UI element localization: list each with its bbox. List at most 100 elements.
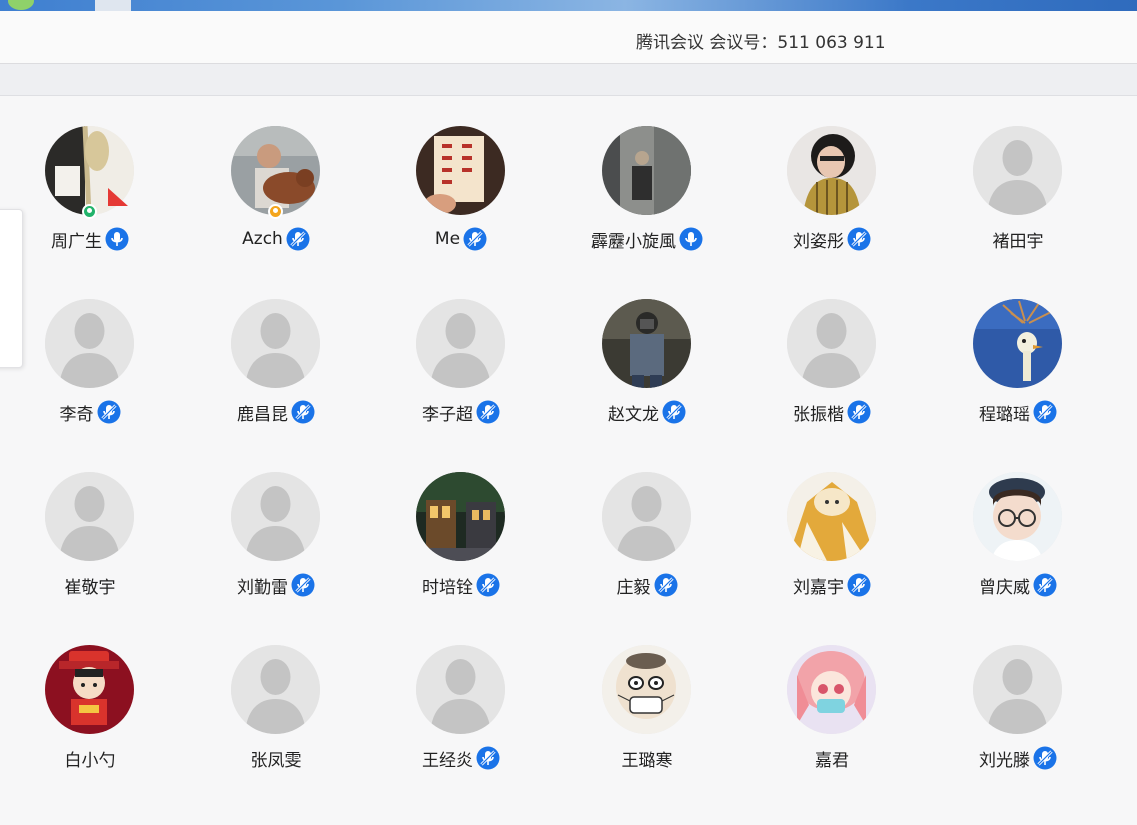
mic-muted-icon[interactable] xyxy=(291,400,315,424)
participant-avatar[interactable] xyxy=(602,126,691,215)
participant-avatar[interactable] xyxy=(973,126,1062,215)
participant-tile[interactable]: 刘光滕 xyxy=(928,645,1108,795)
participant-avatar[interactable] xyxy=(416,645,505,734)
mic-muted-icon[interactable] xyxy=(463,227,487,251)
participant-avatar[interactable] xyxy=(45,299,134,388)
participant-name: 刘勤雷 xyxy=(237,577,288,598)
meeting-title: 腾讯会议 会议号：511 063 911 xyxy=(636,33,886,53)
participant-name: 张凤雯 xyxy=(250,750,302,771)
mic-muted-icon[interactable] xyxy=(1033,400,1057,424)
host-badge-icon xyxy=(82,204,97,219)
participant-tile[interactable]: 王经炎 xyxy=(371,645,551,795)
participant-avatar[interactable] xyxy=(231,472,320,561)
participant-avatar[interactable] xyxy=(602,645,691,734)
participant-avatar[interactable] xyxy=(973,472,1062,561)
participant-avatar[interactable] xyxy=(231,299,320,388)
mic-muted-icon[interactable] xyxy=(476,573,500,597)
mic-muted-icon[interactable] xyxy=(476,746,500,770)
participant-name-row: 张振楷 xyxy=(742,399,922,425)
participant-tile[interactable]: 嘉君 xyxy=(742,645,922,795)
mic-muted-icon[interactable] xyxy=(847,573,871,597)
participant-tile[interactable]: 刘嘉宇 xyxy=(742,472,922,622)
participant-avatar[interactable] xyxy=(787,472,876,561)
mic-muted-icon[interactable] xyxy=(1033,746,1057,770)
participant-avatar[interactable] xyxy=(231,126,320,215)
participant-tile[interactable]: 曾庆威 xyxy=(928,472,1108,622)
participant-tile[interactable]: 李奇 xyxy=(0,299,180,449)
participant-tile[interactable]: Me xyxy=(371,126,551,276)
participant-name: 刘嘉宇 xyxy=(793,577,844,598)
participant-avatar[interactable] xyxy=(45,645,134,734)
mic-muted-icon[interactable] xyxy=(97,400,121,424)
participant-name-row: 周广生 xyxy=(0,226,180,252)
participant-name-row: 王经炎 xyxy=(371,745,551,771)
participant-avatar[interactable] xyxy=(787,126,876,215)
mic-muted-icon[interactable] xyxy=(476,400,500,424)
participant-avatar[interactable] xyxy=(45,472,134,561)
desktop-document-icon[interactable] xyxy=(95,0,131,11)
mic-muted-icon[interactable] xyxy=(1033,573,1057,597)
participant-tile[interactable]: 王璐寒 xyxy=(557,645,737,795)
participant-name-row: 李奇 xyxy=(0,399,180,425)
participant-avatar[interactable] xyxy=(973,299,1062,388)
participant-avatar[interactable] xyxy=(416,472,505,561)
mic-muted-icon[interactable] xyxy=(847,400,871,424)
participant-tile[interactable]: 刘勤雷 xyxy=(186,472,366,622)
participant-tile[interactable]: 李子超 xyxy=(371,299,551,449)
participant-tile[interactable]: 白小勺 xyxy=(0,645,180,795)
participant-tile[interactable]: 褚田宇 xyxy=(928,126,1108,276)
participant-name: 时培铨 xyxy=(422,577,473,598)
participant-avatar[interactable] xyxy=(602,472,691,561)
side-panel-tab[interactable] xyxy=(0,209,23,368)
mic-muted-icon[interactable] xyxy=(847,227,871,251)
participant-tile[interactable]: 时培铨 xyxy=(371,472,551,622)
participant-avatar[interactable] xyxy=(787,299,876,388)
participant-tile[interactable]: 霹靂小旋風 xyxy=(557,126,737,276)
participant-avatar[interactable] xyxy=(416,299,505,388)
participant-tile[interactable]: 刘姿彤 xyxy=(742,126,922,276)
participant-tile[interactable]: 周广生 xyxy=(0,126,180,276)
desktop-background-strip xyxy=(0,0,1137,11)
participant-name: 崔敬宇 xyxy=(64,577,116,598)
participant-name: 王璐寒 xyxy=(621,750,673,771)
participant-name-row: Me xyxy=(371,226,551,252)
participant-tile[interactable]: 张振楷 xyxy=(742,299,922,449)
participant-avatar[interactable] xyxy=(231,645,320,734)
mic-muted-icon[interactable] xyxy=(662,400,686,424)
participant-tile[interactable]: 张凤雯 xyxy=(186,645,366,795)
mic-muted-icon[interactable] xyxy=(654,573,678,597)
participant-name: 程璐瑶 xyxy=(979,404,1030,425)
participant-name-row: 程璐瑶 xyxy=(928,399,1108,425)
participant-name-row: 刘光滕 xyxy=(928,745,1108,771)
participant-name-row: 张凤雯 xyxy=(186,745,366,771)
participant-tile[interactable]: 崔敬宇 xyxy=(0,472,180,622)
participant-avatar[interactable] xyxy=(787,645,876,734)
participant-name: 庄毅 xyxy=(616,577,651,598)
participant-tile[interactable]: Azch xyxy=(186,126,366,276)
mic-muted-icon[interactable] xyxy=(286,227,310,251)
participant-name-row: 时培铨 xyxy=(371,572,551,598)
participant-tile[interactable]: 赵文龙 xyxy=(557,299,737,449)
mic-on-icon[interactable] xyxy=(679,227,703,251)
mic-muted-icon[interactable] xyxy=(291,573,315,597)
mic-on-icon[interactable] xyxy=(105,227,129,251)
participant-name-row: 刘嘉宇 xyxy=(742,572,922,598)
participant-tile[interactable]: 鹿昌昆 xyxy=(186,299,366,449)
participant-name: 曾庆威 xyxy=(979,577,1030,598)
participant-name: 周广生 xyxy=(51,231,102,252)
desktop-app-icon[interactable] xyxy=(8,0,34,10)
participant-avatar[interactable] xyxy=(602,299,691,388)
participant-avatar[interactable] xyxy=(416,126,505,215)
meeting-header: 腾讯会议 会议号：511 063 911 xyxy=(0,11,1137,64)
participant-name: Azch xyxy=(242,229,283,249)
participant-tile[interactable]: 程璐瑶 xyxy=(928,299,1108,449)
participant-name-row: 赵文龙 xyxy=(557,399,737,425)
participant-name-row: 霹靂小旋風 xyxy=(557,226,737,252)
participant-name: Me xyxy=(434,229,461,249)
participant-avatar[interactable] xyxy=(973,645,1062,734)
participant-tile[interactable]: 庄毅 xyxy=(557,472,737,622)
participant-name-row: 嘉君 xyxy=(742,745,922,771)
participant-name: 刘姿彤 xyxy=(793,231,844,252)
participant-name-row: 白小勺 xyxy=(0,745,180,771)
participant-name: 李子超 xyxy=(422,404,473,425)
